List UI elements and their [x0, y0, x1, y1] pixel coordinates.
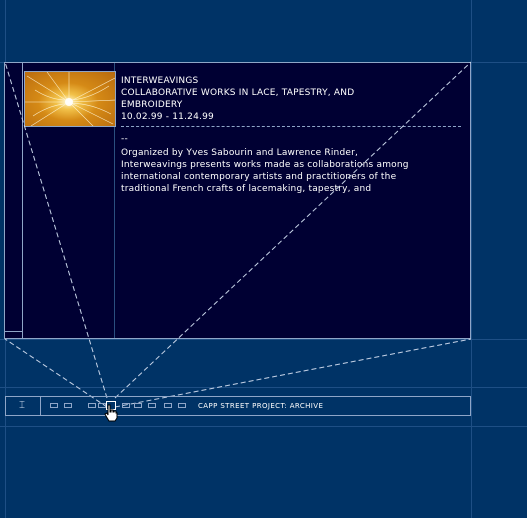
toolbar-caption-cell: ⌶	[6, 397, 41, 415]
nav-box-8[interactable]	[148, 403, 156, 408]
nav-box-3[interactable]	[88, 403, 96, 408]
nav-box-6[interactable]	[122, 403, 130, 408]
archive-label[interactable]: CAPP STREET PROJECT: ARCHIVE	[198, 401, 323, 411]
archive-toolbar: ⌶ CAPP STREET PROJECT: ARCHIVE	[5, 396, 471, 416]
nav-box-10[interactable]	[178, 403, 186, 408]
zoom-rays	[4, 61, 472, 408]
nav-box-7[interactable]	[134, 403, 142, 408]
hand-cursor-icon	[104, 404, 118, 422]
i-beam-icon[interactable]: ⌶	[15, 400, 29, 412]
nav-box-2[interactable]	[64, 403, 72, 408]
nav-box-1[interactable]	[50, 403, 58, 408]
nav-box-9[interactable]	[164, 403, 172, 408]
